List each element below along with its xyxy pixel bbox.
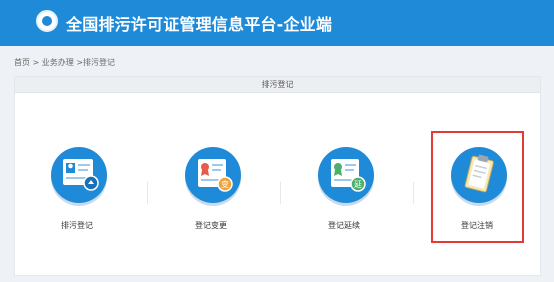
svg-text:变: 变 xyxy=(221,179,229,189)
tile-divider xyxy=(147,182,148,204)
tile-divider xyxy=(413,182,414,204)
breadcrumb[interactable]: 首页 > 业务办理 >排污登记 xyxy=(14,57,115,68)
certificate-change-icon: 变 xyxy=(185,147,241,203)
tile-label: 登记延续 xyxy=(328,221,360,230)
registration-card-icon xyxy=(51,147,107,203)
top-bar: 全国排污许可证管理信息平台-企业端 xyxy=(0,0,554,46)
tile-registration-extension[interactable]: 延 登记延续 xyxy=(284,137,404,267)
selection-highlight xyxy=(431,131,524,243)
tile-label: 登记变更 xyxy=(195,221,227,230)
app-title: 全国排污许可证管理信息平台-企业端 xyxy=(66,15,333,34)
tile-label: 排污登记 xyxy=(61,221,93,230)
platform-logo-icon xyxy=(36,10,58,32)
certificate-extend-icon: 延 xyxy=(318,147,374,203)
registration-panel: 排污登记 排污登记 变 登记变更 延 登记延续 登记注销 xyxy=(14,76,541,276)
tile-registration-change[interactable]: 变 登记变更 xyxy=(151,137,271,267)
svg-text:延: 延 xyxy=(354,179,362,189)
tile-divider xyxy=(280,182,281,204)
tile-pollution-registration[interactable]: 排污登记 xyxy=(17,137,137,267)
panel-title: 排污登记 xyxy=(15,77,540,93)
